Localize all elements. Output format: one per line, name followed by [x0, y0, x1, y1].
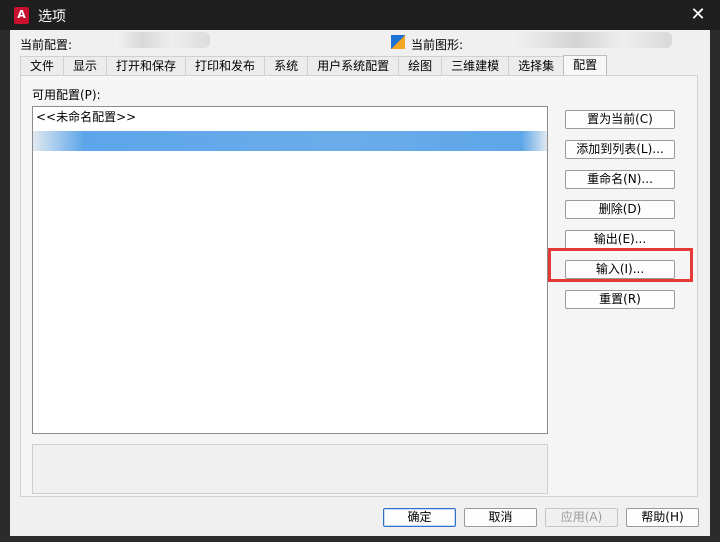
reset-button[interactable]: 重置(R) [565, 290, 675, 309]
profile-list-item[interactable]: <<未命名配置>> [36, 108, 136, 125]
current-drawing-label: 当前图形: [411, 38, 464, 52]
tab-drafting[interactable]: 绘图 [398, 56, 443, 75]
tab-profiles[interactable]: 配置 [563, 55, 608, 76]
title-bar: A 选项 ✕ [0, 0, 720, 30]
tab-strip: 文件 显示 打开和保存 打印和发布 系统 用户系统配置 绘图 三维建模 选择集 … [20, 55, 608, 76]
window-title: 选项 [38, 9, 66, 25]
cancel-button[interactable]: 取消 [464, 508, 537, 527]
export-button[interactable]: 输出(E)... [565, 230, 675, 249]
apply-button[interactable]: 应用(A) [545, 508, 618, 527]
close-icon[interactable]: ✕ [688, 5, 708, 25]
profiles-panel: 可用配置(P): <<未命名配置>> 置为当前(C) 添加到列表(L)... 重… [20, 75, 698, 497]
available-profiles-label: 可用配置(P): [32, 88, 101, 102]
add-to-list-button[interactable]: 添加到列表(L)... [565, 140, 675, 159]
tab-plot-publish[interactable]: 打印和发布 [185, 56, 266, 75]
options-dialog: 当前配置: 当前图形: 文件 显示 打开和保存 打印和发布 系统 用户系统配置 … [10, 30, 710, 536]
tab-display[interactable]: 显示 [63, 56, 108, 75]
drawing-icon [391, 35, 405, 49]
autocad-app-icon: A [14, 7, 29, 24]
tab-open-save[interactable]: 打开和保存 [106, 56, 187, 75]
help-button[interactable]: 帮助(H) [626, 508, 699, 527]
import-button[interactable]: 输入(I)... [565, 260, 675, 279]
tab-files[interactable]: 文件 [20, 56, 65, 75]
tab-selection[interactable]: 选择集 [508, 56, 565, 75]
set-current-button[interactable]: 置为当前(C) [565, 110, 675, 129]
profile-description-box [32, 444, 548, 494]
current-profile-value-redacted [114, 32, 210, 48]
current-drawing-value-redacted [512, 32, 672, 48]
tab-user-preferences[interactable]: 用户系统配置 [307, 56, 400, 75]
rename-button[interactable]: 重命名(N)... [565, 170, 675, 189]
profiles-listbox[interactable]: <<未命名配置>> [32, 106, 548, 434]
tab-system[interactable]: 系统 [264, 56, 309, 75]
delete-button[interactable]: 删除(D) [565, 200, 675, 219]
tab-3d-modeling[interactable]: 三维建模 [441, 56, 510, 75]
current-profile-label: 当前配置: [20, 38, 73, 52]
selected-profile-row-redacted[interactable] [33, 131, 547, 151]
ok-button[interactable]: 确定 [383, 508, 456, 527]
